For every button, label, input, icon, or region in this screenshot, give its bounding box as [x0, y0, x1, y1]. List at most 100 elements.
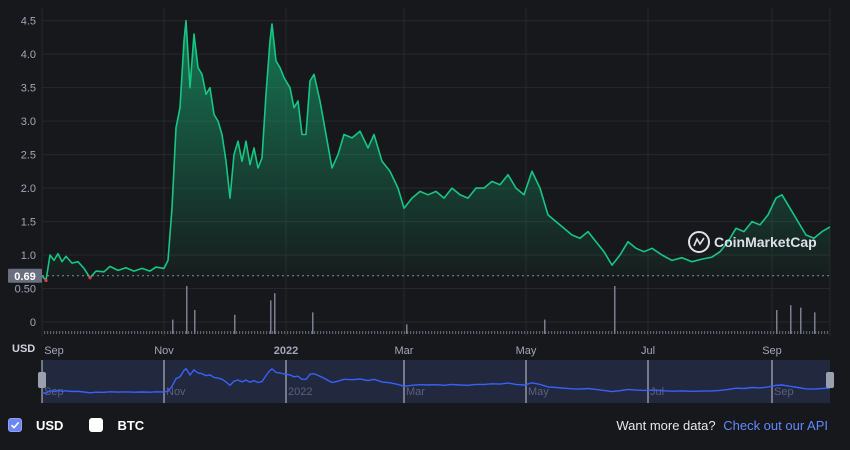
btc-checkbox[interactable]	[89, 418, 104, 432]
x-tick-label: Mar	[395, 345, 414, 357]
y-tick-label: 2.5	[21, 150, 36, 162]
volume-bar	[455, 331, 457, 334]
volume-bar	[356, 331, 358, 334]
volume-bar	[752, 331, 754, 334]
api-link[interactable]: Check out our API	[723, 418, 828, 433]
volume-bar	[431, 331, 433, 334]
volume-bar	[53, 331, 55, 334]
volume-bar	[497, 331, 499, 334]
volume-bar	[242, 331, 244, 334]
volume-bar	[446, 331, 448, 334]
volume-bar	[434, 331, 436, 334]
volume-bar	[406, 324, 408, 334]
volume-bar	[800, 307, 802, 334]
x-tick-label: Sep	[44, 345, 64, 357]
volume-bar	[764, 331, 766, 334]
usd-toggle[interactable]: USD	[8, 418, 63, 433]
volume-bar	[602, 331, 604, 334]
range-navigator[interactable]: Sep Nov 2022 Mar May Jul Sep	[38, 360, 834, 403]
volume-bar	[731, 331, 733, 334]
volume-bar	[467, 331, 469, 334]
chart-footer: USD BTC Want more data? Check out our AP…	[0, 410, 850, 440]
volume-bar	[143, 331, 145, 334]
volume-bar	[95, 331, 97, 334]
volume-bar	[818, 331, 820, 334]
volume-bar	[806, 331, 808, 334]
volume-bar	[239, 331, 241, 334]
volume-bar	[293, 331, 295, 334]
volume-bar	[131, 331, 133, 334]
volume-bar	[104, 331, 106, 334]
volume-bar	[584, 331, 586, 334]
volume-bar	[656, 331, 658, 334]
price-chart[interactable]: 0.69 0 0.50 1.0 1.5 2.0 2.5 3.0 3.5 4.0 4.5 Sep No…	[0, 0, 850, 450]
volume-bar	[134, 331, 136, 334]
volume-bar	[527, 331, 529, 334]
volume-bar	[575, 331, 577, 334]
volume-bar	[65, 331, 67, 334]
volume-bar	[350, 331, 352, 334]
volume-bar	[172, 319, 174, 334]
volume-bar	[176, 331, 178, 334]
volume-bar	[821, 331, 823, 334]
y-tick-label: 1.0	[21, 250, 36, 262]
volume-bar	[56, 331, 58, 334]
volume-bar	[92, 331, 94, 334]
check-icon	[10, 421, 20, 429]
volume-bar	[737, 331, 739, 334]
volume-bar	[101, 331, 103, 334]
volume-bar	[344, 331, 346, 334]
volume-bar	[770, 331, 772, 334]
volume-bar	[83, 331, 85, 334]
volume-bar	[695, 331, 697, 334]
volume-bar	[560, 331, 562, 334]
volume-bar	[443, 331, 445, 334]
volume-bar	[593, 331, 595, 334]
volume-bar	[641, 331, 643, 334]
volume-bar	[140, 331, 142, 334]
volume-bar	[62, 331, 64, 334]
volume-bar	[614, 286, 616, 334]
volume-bar	[368, 331, 370, 334]
volume-bar	[215, 331, 217, 334]
volume-bar	[605, 331, 607, 334]
volume-bar	[257, 331, 259, 334]
volume-bar	[386, 331, 388, 334]
volume-bar	[308, 331, 310, 334]
price-area-fill	[42, 20, 830, 281]
volume-bar	[113, 331, 115, 334]
volume-bar	[533, 331, 535, 334]
volume-bar	[644, 331, 646, 334]
volume-bar	[341, 331, 343, 334]
volume-bar	[689, 331, 691, 334]
volume-bar	[638, 331, 640, 334]
volume-bar	[719, 331, 721, 334]
x-tick-label: Sep	[762, 345, 782, 357]
navigator-tick-label: May	[528, 386, 549, 398]
x-axis: Sep Nov 2022 Mar May Jul Sep	[44, 345, 782, 357]
volume-bar	[234, 314, 236, 334]
volume-bar	[485, 331, 487, 334]
volume-bar	[578, 331, 580, 334]
price-point-down	[88, 276, 92, 280]
usd-checkbox[interactable]	[8, 418, 22, 432]
volume-bar	[827, 331, 829, 334]
volume-bar	[329, 331, 331, 334]
volume-bar	[161, 331, 163, 334]
btc-toggle[interactable]: BTC	[89, 418, 144, 433]
volume-bar	[236, 331, 238, 334]
volume-bar	[71, 331, 73, 334]
x-tick-label: 2022	[274, 345, 298, 357]
volume-bar	[401, 331, 403, 334]
volume-bar	[221, 331, 223, 334]
volume-bar	[290, 331, 292, 334]
volume-bar	[707, 331, 709, 334]
volume-bar	[812, 331, 814, 334]
volume-bar	[512, 331, 514, 334]
volume-bar	[218, 331, 220, 334]
volume-bar	[425, 331, 427, 334]
volume-bar	[773, 331, 775, 334]
volume-bar	[254, 331, 256, 334]
volume-bar	[284, 331, 286, 334]
volume-bar	[551, 331, 553, 334]
